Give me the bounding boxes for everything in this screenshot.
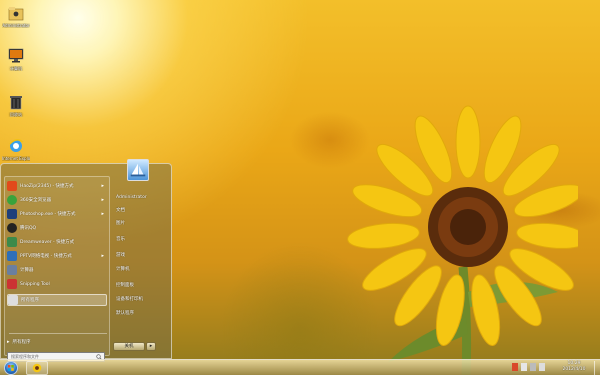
program-snipping-tool[interactable]: Snipping Tool bbox=[7, 278, 107, 290]
internet-explorer-icon bbox=[9, 139, 24, 152]
pptv-icon bbox=[7, 251, 17, 261]
place-music[interactable]: 音乐 bbox=[114, 235, 170, 245]
desktop-icon-label: 计算机 bbox=[10, 66, 22, 71]
taskbar-clock[interactable]: 10:29 2012/4/10 bbox=[556, 361, 592, 373]
program-calculator[interactable]: 计算器 bbox=[7, 264, 107, 276]
program-label: 所有程序 bbox=[21, 298, 39, 303]
taskbar-pinned-app[interactable] bbox=[26, 361, 48, 375]
submenu-arrow-icon: ▸ bbox=[101, 211, 104, 217]
arrow-right-icon: ▸ bbox=[7, 339, 10, 345]
program-haozip[interactable]: HaoZip(2345) - 快捷方式 ▸ bbox=[7, 180, 107, 192]
place-default-programs[interactable]: 默认程序 bbox=[114, 309, 170, 319]
recycle-bin-icon bbox=[10, 96, 22, 110]
user-avatar[interactable] bbox=[127, 159, 149, 181]
clock-date: 2012/4/10 bbox=[562, 367, 586, 372]
program-qq[interactable]: 腾讯QQ bbox=[7, 222, 107, 234]
computer-icon bbox=[8, 48, 24, 63]
place-games[interactable]: 游戏 bbox=[114, 251, 170, 261]
tray-app-icon[interactable] bbox=[512, 363, 518, 371]
place-user[interactable]: Administrator bbox=[114, 193, 170, 203]
photoshop-icon bbox=[7, 209, 17, 219]
sunflower-wallpaper bbox=[347, 105, 578, 375]
program-label: Dreamweaver - 快捷方式 bbox=[20, 240, 75, 245]
show-desktop-button[interactable] bbox=[594, 361, 599, 375]
volume-icon[interactable] bbox=[539, 363, 545, 371]
program-photoshop[interactable]: Photoshop.exe - 快捷方式 ▸ bbox=[7, 208, 107, 220]
qq-penguin-icon bbox=[7, 223, 17, 233]
submenu-arrow-icon: ▸ bbox=[101, 197, 104, 203]
program-all-programs-highlighted[interactable]: 所有程序 bbox=[7, 294, 107, 306]
dreamweaver-icon bbox=[7, 237, 17, 247]
shutdown-options-button[interactable]: ▸ bbox=[146, 342, 156, 351]
system-tray bbox=[512, 363, 545, 373]
program-icon bbox=[8, 295, 18, 305]
program-label: 腾讯QQ bbox=[20, 226, 37, 231]
start-menu-places-pane: Administrator 文档 图片 音乐 游戏 计算机 控制面板 设备和打印… bbox=[113, 159, 171, 360]
desktop-icon-ie[interactable]: Internet Explorer bbox=[2, 137, 30, 161]
haozip-icon bbox=[7, 181, 17, 191]
desktop-icon-computer[interactable]: 计算机 bbox=[2, 47, 30, 71]
desktop-icon-label: Internet Explorer bbox=[2, 156, 30, 161]
place-documents[interactable]: 文档 bbox=[114, 206, 170, 216]
action-center-flag-icon[interactable] bbox=[521, 363, 527, 371]
browser-360-icon bbox=[7, 195, 17, 205]
scissors-icon bbox=[7, 279, 17, 289]
windows-logo-icon bbox=[8, 365, 14, 371]
program-360-browser[interactable]: 360安全浏览器 ▸ bbox=[7, 194, 107, 206]
desktop-icon-user-folder[interactable]: Administrator bbox=[2, 4, 30, 28]
program-label: Photoshop.exe - 快捷方式 bbox=[20, 212, 76, 217]
place-devices-printers[interactable]: 设备和打印机 bbox=[114, 295, 170, 305]
submenu-arrow-icon: ▸ bbox=[101, 253, 104, 259]
start-button[interactable] bbox=[4, 361, 18, 375]
place-computer[interactable]: 计算机 bbox=[114, 265, 170, 275]
sailboat-icon bbox=[130, 163, 146, 177]
start-menu-programs-pane: HaoZip(2345) - 快捷方式 ▸ 360安全浏览器 ▸ Photosh… bbox=[4, 176, 110, 362]
program-label: 计算器 bbox=[20, 268, 34, 273]
shutdown-button[interactable]: 关机 bbox=[113, 342, 145, 351]
program-label: HaoZip(2345) - 快捷方式 bbox=[20, 184, 74, 189]
taskbar: 10:29 2012/4/10 bbox=[0, 359, 600, 375]
all-programs-label: 所有程序 bbox=[12, 340, 31, 345]
program-pptv[interactable]: PPTV网络电视 - 快捷方式 ▸ bbox=[7, 250, 107, 262]
calculator-icon bbox=[7, 265, 17, 275]
start-menu: HaoZip(2345) - 快捷方式 ▸ 360安全浏览器 ▸ Photosh… bbox=[0, 159, 172, 362]
network-icon[interactable] bbox=[530, 363, 536, 371]
place-control-panel[interactable]: 控制面板 bbox=[114, 281, 170, 291]
desktop-icon-recycle-bin[interactable]: 回收站 bbox=[2, 93, 30, 117]
place-pictures[interactable]: 图片 bbox=[114, 219, 170, 229]
desktop-icon-label: Administrator bbox=[2, 23, 30, 28]
program-label: Snipping Tool bbox=[20, 281, 50, 287]
program-dreamweaver[interactable]: Dreamweaver - 快捷方式 bbox=[7, 236, 107, 248]
menu-separator bbox=[9, 333, 107, 334]
program-label: 360安全浏览器 bbox=[20, 198, 52, 203]
program-label: PPTV网络电视 - 快捷方式 bbox=[20, 254, 72, 259]
submenu-arrow-icon: ▸ bbox=[101, 183, 104, 189]
sunflower-app-icon bbox=[32, 363, 42, 373]
all-programs-item[interactable]: ▸ 所有程序 bbox=[7, 336, 107, 348]
desktop-icon-label: 回收站 bbox=[10, 112, 22, 117]
user-folder-icon bbox=[8, 7, 24, 21]
